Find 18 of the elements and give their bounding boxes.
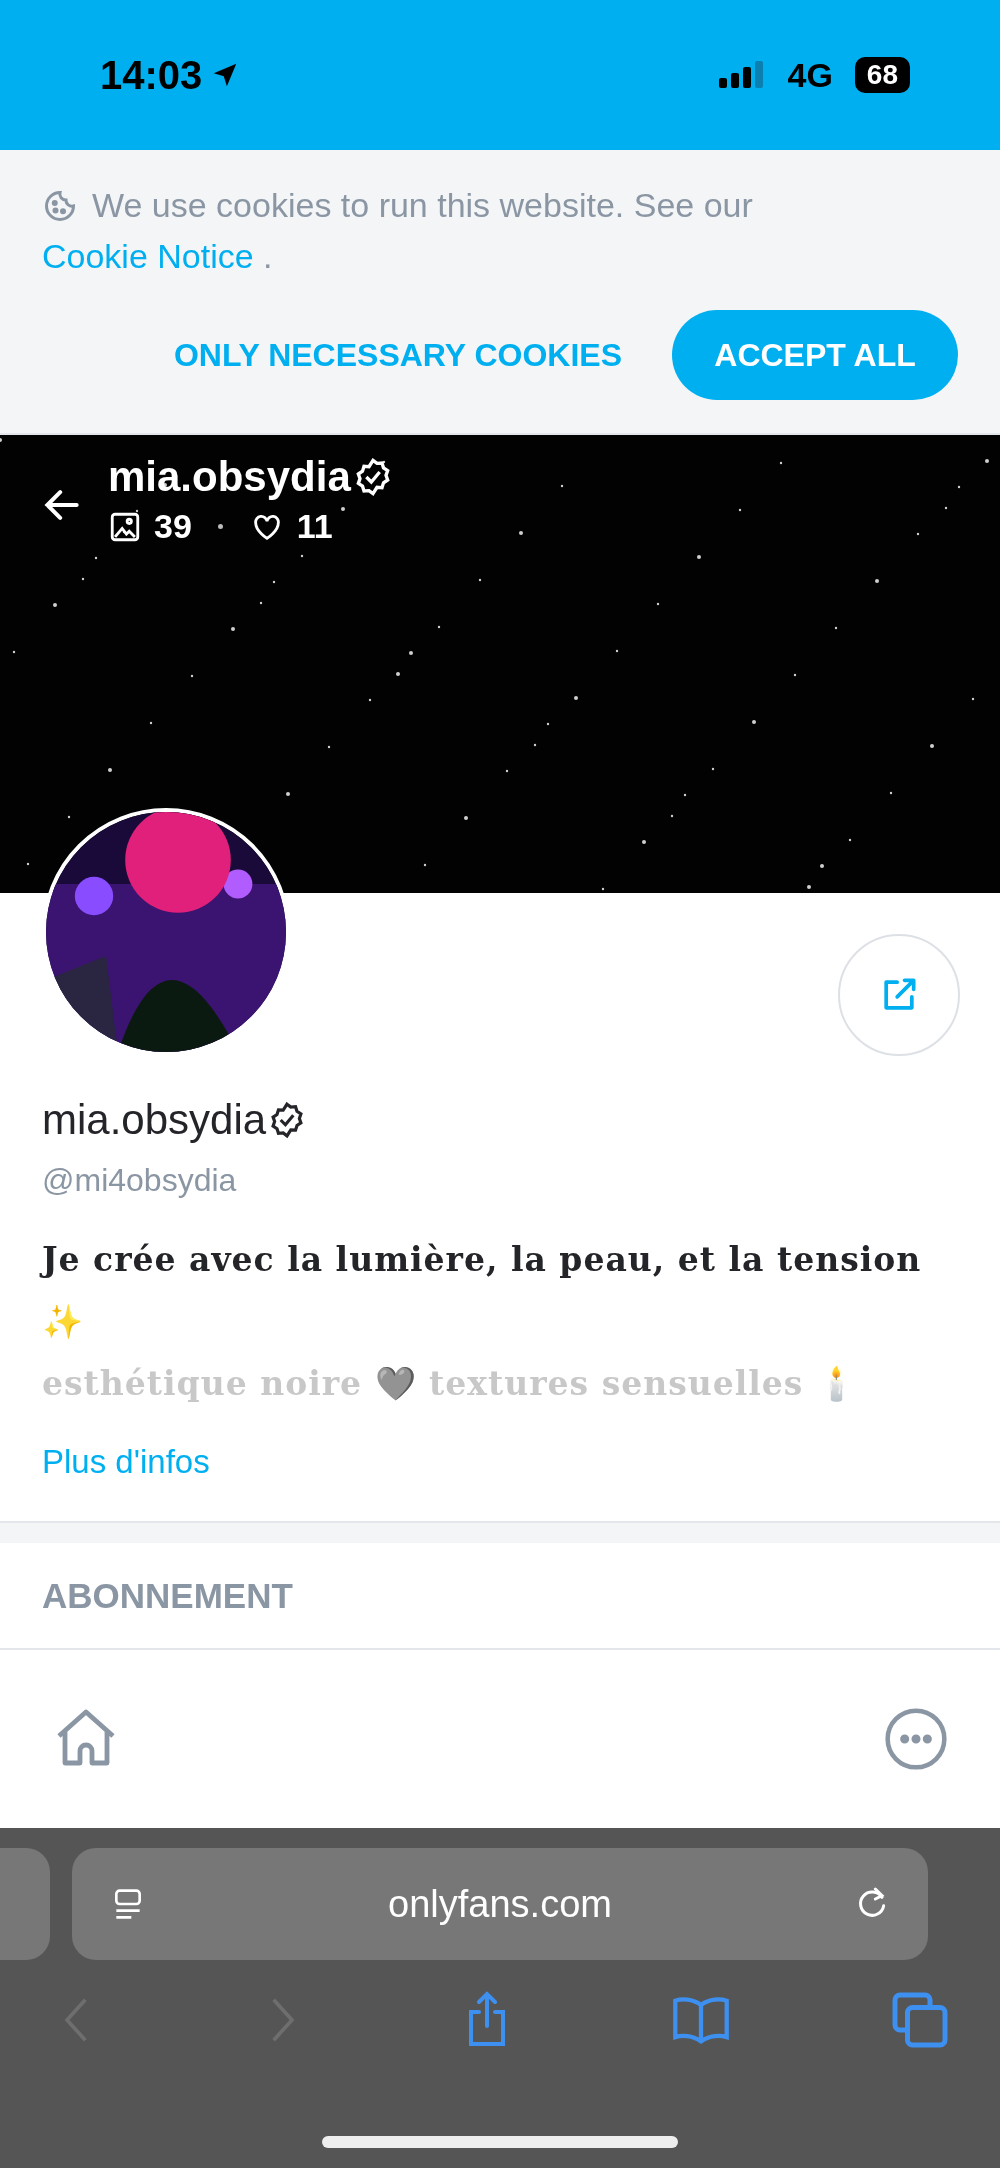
tabs-icon[interactable] <box>890 1990 950 2050</box>
address-bar[interactable]: onlyfans.com <box>72 1848 928 1960</box>
cookie-icon <box>42 188 78 224</box>
network-label: 4G <box>787 55 833 95</box>
accept-all-button[interactable]: ACCEPT ALL <box>672 310 958 400</box>
profile-handle: @mi4obsydia <box>42 1162 238 1199</box>
url-text: onlyfans.com <box>388 1882 612 1926</box>
section-title: ABONNEMENT <box>42 1575 293 1616</box>
more-info-link[interactable]: Plus d'infos <box>42 1443 210 1481</box>
cookie-notice-link[interactable]: Cookie Notice <box>42 237 254 275</box>
cookie-notice-text: We use cookies to run this website. See our Cookie Notice . <box>42 185 754 277</box>
battery-indicator: 68 <box>854 57 910 93</box>
status-time: 14:03 <box>100 52 203 98</box>
bookmarks-icon[interactable] <box>671 1994 731 2046</box>
necessary-cookies-button[interactable]: ONLY NECESSARY COOKIES <box>173 310 622 400</box>
profile-name: mia.obsydia <box>42 1096 267 1144</box>
previous-tab-pill[interactable] <box>0 1848 50 1960</box>
more-options-icon[interactable] <box>882 1705 950 1773</box>
